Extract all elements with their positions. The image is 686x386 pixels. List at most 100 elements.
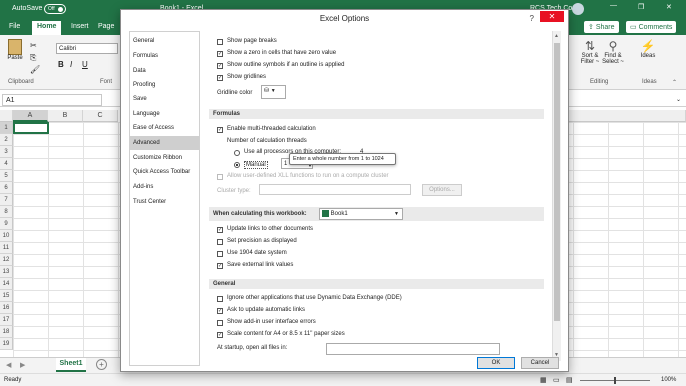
row-header[interactable]: 15 bbox=[0, 290, 13, 302]
update-auto-links-checkbox[interactable]: ✓ bbox=[217, 308, 223, 314]
row-header[interactable]: 7 bbox=[0, 194, 13, 206]
select-all-corner[interactable] bbox=[0, 110, 13, 122]
page-layout-icon[interactable]: ▭ bbox=[553, 376, 560, 384]
row-header[interactable]: 2 bbox=[0, 134, 13, 146]
row-header[interactable]: 11 bbox=[0, 242, 13, 254]
page-break-icon[interactable]: ▤ bbox=[566, 376, 573, 384]
addin-errors-checkbox[interactable] bbox=[217, 320, 223, 326]
nav-ease-of-access[interactable]: Ease of Access bbox=[130, 121, 199, 135]
name-box[interactable]: A1 bbox=[2, 94, 102, 106]
nav-formulas[interactable]: Formulas bbox=[130, 49, 199, 63]
cluster-options-button[interactable]: Options... bbox=[422, 184, 462, 196]
row-header[interactable]: 18 bbox=[0, 326, 13, 338]
row-header[interactable]: 9 bbox=[0, 218, 13, 230]
autosave-toggle[interactable]: Off bbox=[44, 4, 66, 14]
gridlines-checkbox[interactable]: ✓ bbox=[217, 75, 223, 81]
paste-label: Paste bbox=[7, 55, 23, 61]
nav-add-ins[interactable]: Add-ins bbox=[130, 180, 199, 194]
copy-icon[interactable]: ⎘ bbox=[30, 53, 36, 63]
row-header[interactable]: 13 bbox=[0, 266, 13, 278]
tab-file[interactable]: File bbox=[9, 23, 20, 30]
options-scrollbar[interactable]: ▲ ▼ bbox=[552, 31, 561, 361]
scrollbar-thumb[interactable] bbox=[554, 43, 560, 321]
zero-values-checkbox[interactable]: ✓ bbox=[217, 51, 223, 57]
tab-insert[interactable]: Insert bbox=[71, 23, 89, 30]
user-defined-xll-checkbox[interactable] bbox=[217, 174, 223, 180]
format-painter-icon[interactable]: 🖌 bbox=[30, 65, 40, 74]
precision-label: Set precision as displayed bbox=[227, 238, 297, 244]
row-header[interactable]: 8 bbox=[0, 206, 13, 218]
nav-general[interactable]: General bbox=[130, 34, 199, 48]
scale-content-checkbox[interactable]: ✓ bbox=[217, 332, 223, 338]
row-header[interactable]: 17 bbox=[0, 314, 13, 326]
normal-view-icon[interactable]: ▦ bbox=[540, 376, 547, 384]
nav-language[interactable]: Language bbox=[130, 107, 199, 121]
ok-button[interactable]: OK bbox=[477, 357, 515, 369]
sort-filter-button[interactable]: ⇅ Sort & Filter ~ bbox=[578, 39, 602, 65]
date-1904-checkbox[interactable] bbox=[217, 251, 223, 257]
find-select-button[interactable]: ⚲ Find & Select ~ bbox=[601, 39, 625, 65]
row-header[interactable]: 16 bbox=[0, 302, 13, 314]
workbook-select[interactable]: Book1 ▼ bbox=[319, 208, 403, 220]
zoom-level[interactable]: 100% bbox=[661, 377, 676, 383]
precision-checkbox[interactable] bbox=[217, 239, 223, 245]
nav-proofing[interactable]: Proofing bbox=[130, 78, 199, 92]
scroll-up-icon[interactable]: ▲ bbox=[554, 33, 559, 39]
row-header[interactable]: 10 bbox=[0, 230, 13, 242]
all-processors-radio[interactable] bbox=[234, 150, 240, 156]
comments-button[interactable]: ▭ Comments bbox=[626, 21, 677, 33]
nav-data[interactable]: Data bbox=[130, 64, 199, 78]
save-link-values-checkbox[interactable]: ✓ bbox=[217, 263, 223, 269]
minimize-icon[interactable]: — bbox=[610, 2, 617, 9]
new-sheet-icon[interactable]: + bbox=[96, 359, 107, 370]
nav-advanced[interactable]: Advanced bbox=[130, 136, 199, 150]
collapse-ribbon-icon[interactable]: ⌃ bbox=[672, 79, 677, 86]
row-header[interactable]: 1 bbox=[0, 122, 13, 134]
share-button[interactable]: ⇪ Share bbox=[584, 21, 619, 33]
help-button[interactable]: ? bbox=[530, 14, 534, 23]
page-breaks-checkbox[interactable] bbox=[217, 39, 223, 45]
italic-button[interactable]: I bbox=[70, 60, 72, 69]
avatar[interactable] bbox=[572, 3, 584, 15]
nav-customize-ribbon[interactable]: Customize Ribbon bbox=[130, 151, 199, 165]
tab-home[interactable]: Home bbox=[32, 21, 62, 35]
font-name-box[interactable]: Calibri bbox=[56, 43, 118, 54]
tab-page[interactable]: Page bbox=[98, 23, 114, 30]
multi-threaded-checkbox[interactable]: ✓ bbox=[217, 127, 223, 133]
nav-save[interactable]: Save bbox=[130, 92, 199, 106]
cluster-type-select[interactable] bbox=[259, 184, 411, 195]
cut-icon[interactable]: ✂ bbox=[30, 41, 37, 50]
update-links-checkbox[interactable]: ✓ bbox=[217, 227, 223, 233]
row-header[interactable]: 5 bbox=[0, 170, 13, 182]
restore-icon[interactable]: ❐ bbox=[638, 3, 644, 11]
gridline-color-picker[interactable]: ⛁ ▼ bbox=[261, 85, 286, 99]
window-close-icon[interactable]: ✕ bbox=[666, 3, 672, 11]
underline-button[interactable]: U bbox=[82, 60, 88, 69]
column-header-c[interactable]: C bbox=[83, 110, 118, 122]
dialog-close-button[interactable]: ✕ bbox=[540, 11, 564, 22]
outline-symbols-checkbox[interactable]: ✓ bbox=[217, 63, 223, 69]
row-header[interactable]: 6 bbox=[0, 182, 13, 194]
prev-sheet-icon[interactable]: ◀ bbox=[6, 361, 11, 369]
nav-quick-access-toolbar[interactable]: Quick Access Toolbar bbox=[130, 165, 199, 179]
ignore-dde-checkbox[interactable] bbox=[217, 296, 223, 302]
zoom-slider-thumb[interactable] bbox=[614, 377, 616, 384]
row-header[interactable]: 4 bbox=[0, 158, 13, 170]
column-header-a[interactable]: A bbox=[13, 110, 48, 122]
active-cell[interactable] bbox=[13, 122, 49, 134]
bold-button[interactable]: B bbox=[58, 60, 64, 69]
paste-button[interactable]: Paste bbox=[6, 39, 24, 65]
sheet-tab-sheet1[interactable]: Sheet1 bbox=[56, 358, 86, 372]
cancel-button[interactable]: Cancel bbox=[521, 357, 559, 369]
row-header[interactable]: 14 bbox=[0, 278, 13, 290]
ideas-button[interactable]: ⚡ Ideas bbox=[638, 39, 658, 59]
row-header[interactable]: 19 bbox=[0, 338, 13, 350]
startup-folder-input[interactable] bbox=[326, 343, 500, 355]
expand-formula-bar-icon[interactable]: ⌄ bbox=[676, 96, 681, 103]
manual-threads-radio[interactable] bbox=[234, 162, 240, 168]
row-header[interactable]: 12 bbox=[0, 254, 13, 266]
row-header[interactable]: 3 bbox=[0, 146, 13, 158]
next-sheet-icon[interactable]: ▶ bbox=[20, 361, 25, 369]
nav-trust-center[interactable]: Trust Center bbox=[130, 195, 199, 209]
column-header-b[interactable]: B bbox=[48, 110, 83, 122]
